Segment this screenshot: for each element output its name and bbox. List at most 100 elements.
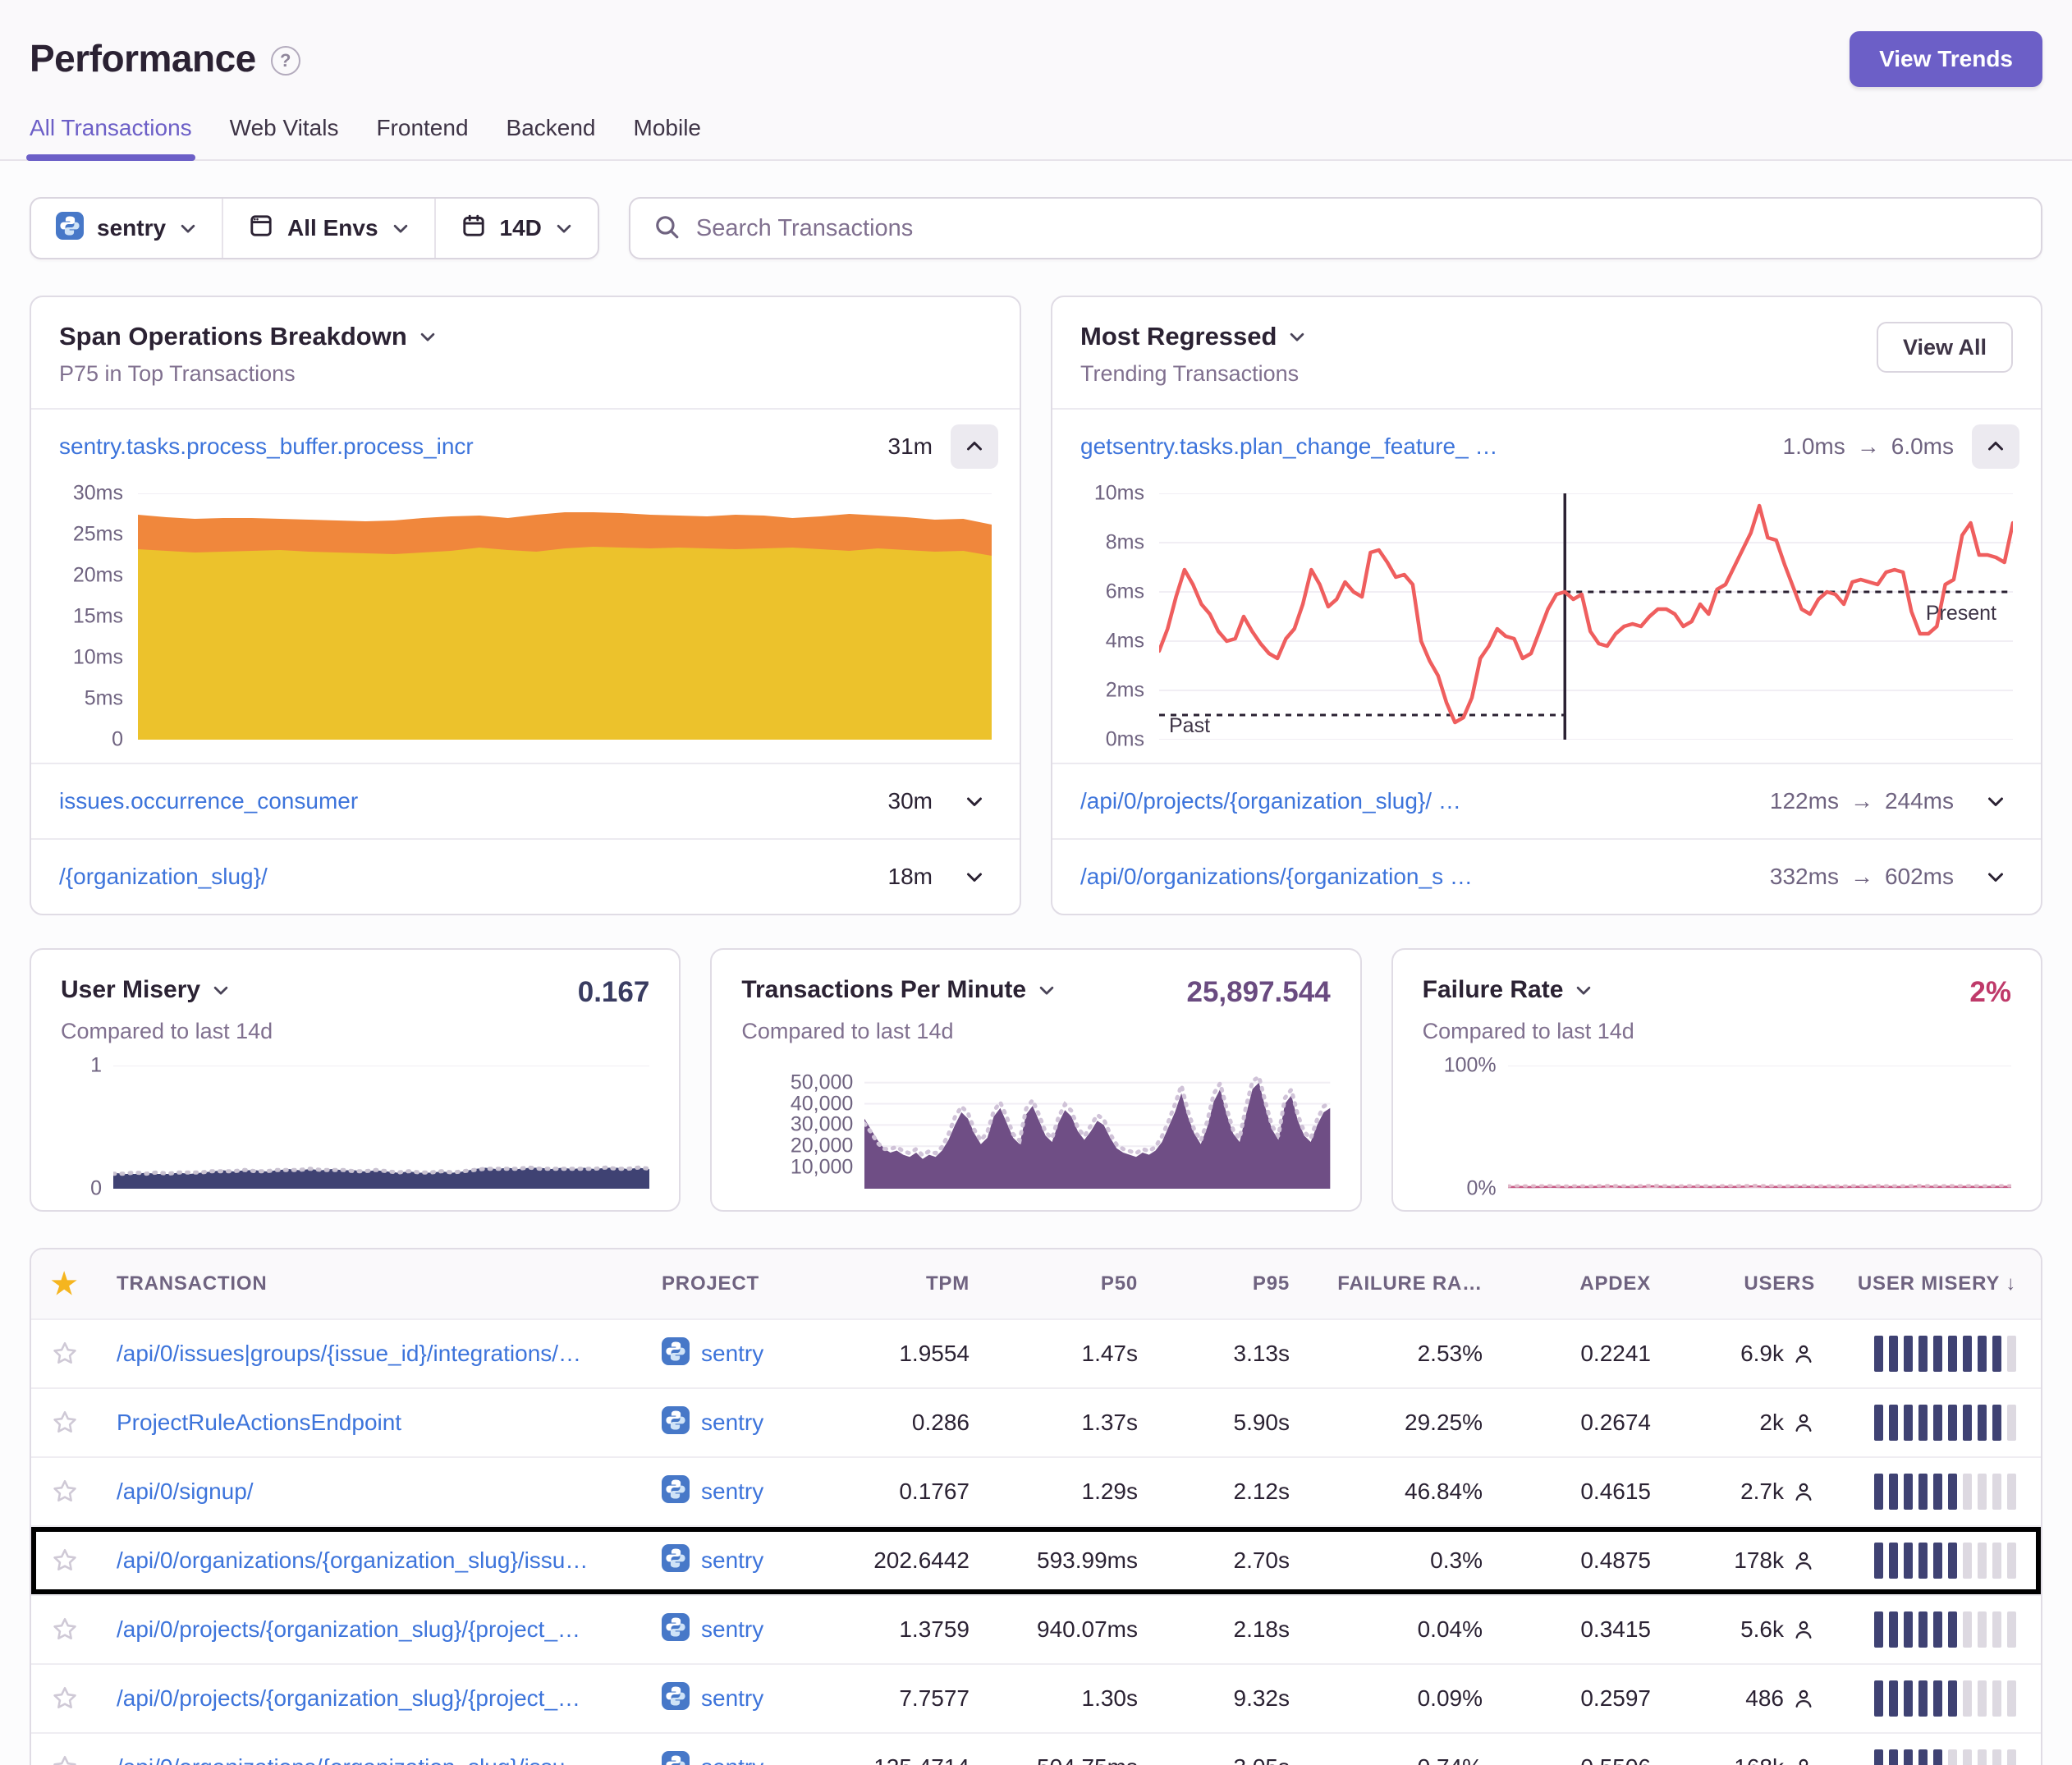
misery-bar bbox=[1918, 1543, 1928, 1579]
favorite-star-icon[interactable] bbox=[51, 1478, 117, 1506]
expand-button[interactable] bbox=[1972, 779, 2019, 823]
transaction-link[interactable]: ProjectRuleActionsEndpoint bbox=[117, 1410, 662, 1436]
user-icon bbox=[1792, 1549, 1815, 1572]
project-cell: sentry bbox=[662, 1337, 830, 1371]
span-op-link[interactable]: sentry.tasks.process_buffer.process_incr bbox=[59, 433, 474, 460]
collapse-button[interactable] bbox=[951, 424, 998, 469]
tab-backend[interactable]: Backend bbox=[507, 115, 596, 159]
expand-button[interactable] bbox=[1972, 855, 2019, 899]
help-icon[interactable]: ? bbox=[271, 46, 300, 76]
favorite-star-icon[interactable] bbox=[51, 1547, 117, 1575]
column-transaction[interactable]: TRANSACTION bbox=[117, 1272, 662, 1295]
span-op-link[interactable]: issues.occurrence_consumer bbox=[59, 788, 358, 814]
table-row[interactable]: ProjectRuleActionsEndpointsentry0.2861.3… bbox=[31, 1387, 2041, 1456]
tab-mobile[interactable]: Mobile bbox=[634, 115, 701, 159]
user-misery-bars bbox=[1815, 1474, 2016, 1510]
tab-all-transactions[interactable]: All Transactions bbox=[30, 115, 192, 159]
column-users[interactable]: USERS bbox=[1651, 1272, 1815, 1295]
tpm-cell: 7.7577 bbox=[830, 1685, 970, 1712]
regressed-transaction-link[interactable]: /api/0/projects/{organization_slug}/ … bbox=[1080, 788, 1461, 814]
regressed-transaction-link[interactable]: getsentry.tasks.plan_change_feature_ … bbox=[1080, 433, 1497, 460]
table-row[interactable]: /api/0/issues|groups/{issue_id}/integrat… bbox=[31, 1318, 2041, 1387]
misery-bar bbox=[1904, 1680, 1913, 1717]
project-link[interactable]: sentry bbox=[701, 1685, 763, 1712]
failure-rate-dropdown[interactable]: Failure Rate bbox=[1423, 976, 1593, 1004]
tpm-dropdown[interactable]: Transactions Per Minute bbox=[741, 976, 1056, 1004]
python-platform-icon bbox=[662, 1337, 690, 1371]
favorite-star-icon[interactable] bbox=[51, 1340, 117, 1368]
transaction-link[interactable]: /api/0/organizations/{organization_slug}… bbox=[117, 1547, 662, 1574]
transaction-search[interactable] bbox=[629, 197, 2042, 259]
misery-bar bbox=[2007, 1680, 2016, 1717]
favorites-column-star-icon[interactable]: ★ bbox=[51, 1269, 117, 1299]
table-row-highlighted[interactable]: /api/0/organizations/{organization_slug}… bbox=[31, 1525, 2041, 1594]
transaction-link[interactable]: /api/0/projects/{organization_slug}/{pro… bbox=[117, 1685, 662, 1712]
p50-cell: 504.75ms bbox=[970, 1754, 1138, 1765]
misery-bar bbox=[1933, 1611, 1942, 1648]
y-axis: 30ms25ms20ms15ms10ms5ms0 bbox=[31, 493, 138, 740]
span-op-row: issues.occurrence_consumer 30m bbox=[31, 763, 1020, 838]
misery-bar bbox=[1978, 1749, 1987, 1765]
table-row[interactable]: /api/0/organizations/{organization_slug}… bbox=[31, 1732, 2041, 1765]
expand-button[interactable] bbox=[951, 779, 998, 823]
table-row[interactable]: /api/0/projects/{organization_slug}/{pro… bbox=[31, 1594, 2041, 1663]
users-cell: 2.7k bbox=[1651, 1478, 1815, 1505]
span-panel-title-dropdown[interactable]: Span Operations Breakdown bbox=[59, 322, 437, 351]
page-header: Performance ? View Trends All Transactio… bbox=[0, 0, 2072, 161]
most-regressed-chart: 10ms8ms6ms4ms2ms0ms Past Present bbox=[1052, 493, 2013, 740]
project-link[interactable]: sentry bbox=[701, 1616, 763, 1643]
transaction-cell: ProjectRuleActionsEndpoint bbox=[117, 1410, 662, 1436]
date-range-filter[interactable]: 14D bbox=[434, 199, 598, 258]
column-tpm[interactable]: TPM bbox=[830, 1272, 970, 1295]
span-op-row: sentry.tasks.process_buffer.process_incr… bbox=[31, 408, 1020, 484]
transaction-link[interactable]: /api/0/signup/ bbox=[117, 1478, 662, 1505]
p95-cell: 5.90s bbox=[1138, 1410, 1290, 1436]
tpm-cell: 1.9554 bbox=[830, 1341, 970, 1367]
user-misery-bars bbox=[1815, 1543, 2016, 1579]
column-p95[interactable]: P95 bbox=[1138, 1272, 1290, 1295]
tab-frontend[interactable]: Frontend bbox=[376, 115, 468, 159]
column-user-misery[interactable]: USER MISERY ↓ bbox=[1815, 1272, 2016, 1295]
user-misery-bars bbox=[1815, 1336, 2016, 1372]
environment-filter[interactable]: All Envs bbox=[222, 199, 433, 258]
project-link[interactable]: sentry bbox=[701, 1547, 763, 1574]
project-filter[interactable]: sentry bbox=[31, 199, 222, 258]
tpm-area-plot bbox=[864, 1066, 1330, 1189]
regressed-transaction-link[interactable]: /api/0/organizations/{organization_s … bbox=[1080, 864, 1473, 890]
favorite-star-icon[interactable] bbox=[51, 1616, 117, 1644]
project-link[interactable]: sentry bbox=[701, 1341, 763, 1367]
project-link[interactable]: sentry bbox=[701, 1478, 763, 1505]
column-apdex[interactable]: APDEX bbox=[1483, 1272, 1651, 1295]
tpm-cell: 202.6442 bbox=[830, 1547, 970, 1574]
card-subtitle: Compared to last 14d bbox=[61, 1019, 649, 1044]
transaction-link[interactable]: /api/0/issues|groups/{issue_id}/integrat… bbox=[117, 1341, 662, 1367]
column-failure-rate[interactable]: FAILURE RA… bbox=[1290, 1272, 1483, 1295]
collapse-button[interactable] bbox=[1972, 424, 2019, 469]
view-all-button[interactable]: View All bbox=[1877, 322, 2013, 373]
misery-bar bbox=[1918, 1336, 1928, 1372]
project-link[interactable]: sentry bbox=[701, 1754, 763, 1765]
filter-bar: sentry All Envs 14D bbox=[30, 197, 2042, 259]
transaction-link[interactable]: /api/0/projects/{organization_slug}/{pro… bbox=[117, 1616, 662, 1643]
expand-button[interactable] bbox=[951, 855, 998, 899]
misery-bar bbox=[1904, 1749, 1913, 1765]
column-p50[interactable]: P50 bbox=[970, 1272, 1138, 1295]
table-row[interactable]: /api/0/projects/{organization_slug}/{pro… bbox=[31, 1663, 2041, 1732]
stacked-area-plot bbox=[138, 493, 992, 740]
tab-web-vitals[interactable]: Web Vitals bbox=[230, 115, 339, 159]
table-row[interactable]: /api/0/signup/sentry0.17671.29s2.12s46.8… bbox=[31, 1456, 2041, 1525]
date-range-label: 14D bbox=[500, 215, 542, 241]
transaction-link[interactable]: /api/0/organizations/{organization_slug}… bbox=[117, 1754, 662, 1765]
favorite-star-icon[interactable] bbox=[51, 1754, 117, 1765]
regressed-panel-title-dropdown[interactable]: Most Regressed bbox=[1080, 322, 1306, 351]
misery-bar bbox=[1992, 1611, 2001, 1648]
search-input[interactable] bbox=[696, 215, 2018, 242]
view-trends-button[interactable]: View Trends bbox=[1850, 31, 2042, 87]
span-op-link[interactable]: /{organization_slug}/ bbox=[59, 864, 268, 890]
project-link[interactable]: sentry bbox=[701, 1410, 763, 1436]
misery-bar bbox=[1978, 1543, 1987, 1579]
user-misery-dropdown[interactable]: User Misery bbox=[61, 976, 230, 1004]
favorite-star-icon[interactable] bbox=[51, 1685, 117, 1712]
column-project[interactable]: PROJECT bbox=[662, 1272, 830, 1295]
favorite-star-icon[interactable] bbox=[51, 1409, 117, 1437]
